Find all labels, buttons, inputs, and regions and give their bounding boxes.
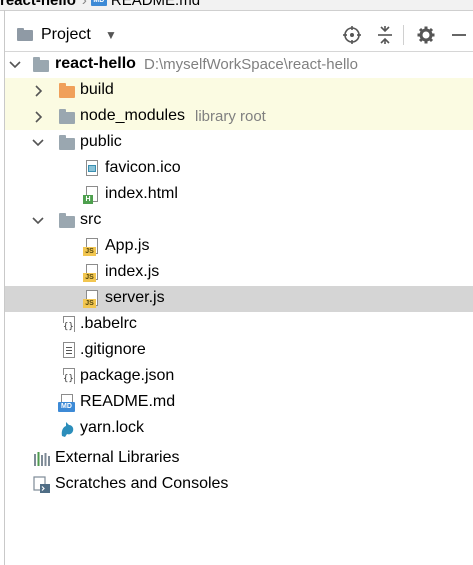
- library-books-icon: [34, 452, 50, 466]
- text-file-icon: [60, 342, 78, 360]
- tree-label-babelrc: .babelrc: [80, 315, 137, 332]
- tree-label-index-html: index.html: [105, 185, 178, 202]
- tree-label-readme: README.md: [80, 393, 176, 410]
- project-toolbar: Project ▼: [5, 19, 473, 52]
- tree-row-root[interactable]: react-hello D:\myselfWorkSpace\react-hel…: [5, 52, 473, 78]
- tree-row-public[interactable]: public: [5, 130, 473, 156]
- chevron-down-icon[interactable]: ▼: [105, 28, 117, 42]
- tree-row-build[interactable]: build: [5, 78, 473, 104]
- tree-label-node-modules: node_modules: [80, 107, 185, 124]
- tree-label-src: src: [80, 211, 102, 228]
- tree-row-external-libraries[interactable]: External Libraries: [5, 446, 473, 472]
- tree-row-src[interactable]: src: [5, 208, 473, 234]
- toolbar-divider: [403, 25, 404, 45]
- html-file-icon: H: [83, 186, 101, 204]
- folder-icon: [32, 56, 50, 74]
- tree-label-index-js: index.js: [105, 263, 160, 280]
- tree-row-app-js[interactable]: JS App.js: [5, 234, 473, 260]
- markdown-file-icon: MD: [90, 0, 107, 6]
- tree-row-scratches[interactable]: Scratches and Consoles: [5, 472, 473, 498]
- library-root-hint: library root: [195, 108, 266, 125]
- collapse-all-icon[interactable]: [375, 25, 395, 45]
- tree-label-gitignore: .gitignore: [80, 341, 146, 358]
- globe-target-icon[interactable]: [342, 25, 362, 45]
- javascript-file-icon: JS: [83, 264, 101, 282]
- breadcrumb-project[interactable]: react-hello: [0, 0, 76, 9]
- json-file-icon: {}: [60, 368, 78, 386]
- config-file-icon: {}: [60, 316, 78, 334]
- tree-row-favicon[interactable]: favicon.ico: [5, 156, 473, 182]
- chevron-down-icon[interactable]: [7, 55, 23, 75]
- folder-icon: [58, 108, 76, 126]
- chevron-right-icon[interactable]: [30, 107, 46, 127]
- tree-row-package-json[interactable]: {} package.json: [5, 364, 473, 390]
- tree-label-public: public: [80, 133, 122, 150]
- javascript-file-icon: JS: [83, 290, 101, 308]
- minimize-icon[interactable]: [449, 25, 469, 45]
- excluded-folder-icon: [58, 82, 76, 100]
- tree-label-server-js: server.js: [105, 289, 165, 306]
- folder-icon: [58, 134, 76, 152]
- chevron-down-icon[interactable]: [30, 133, 46, 153]
- tree-label-build: build: [80, 81, 114, 98]
- tree-row-index-html[interactable]: H index.html: [5, 182, 473, 208]
- tree-label-yarn-lock: yarn.lock: [80, 419, 145, 436]
- folder-icon: [58, 212, 76, 230]
- tree-label-package-json: package.json: [80, 367, 175, 384]
- breadcrumb-file[interactable]: README.md: [111, 0, 200, 9]
- yarn-cat-icon: [61, 422, 74, 437]
- tree-row-readme[interactable]: MD README.md: [5, 390, 473, 416]
- tree-row-server-js[interactable]: JS server.js: [5, 286, 473, 312]
- project-view-selector[interactable]: Project: [41, 26, 91, 44]
- project-folder-icon: [17, 28, 33, 41]
- chevron-down-icon[interactable]: [30, 211, 46, 231]
- image-file-icon: [83, 160, 101, 178]
- tree-row-gitignore[interactable]: .gitignore: [5, 338, 473, 364]
- tree-row-node-modules[interactable]: node_modules library root: [5, 104, 473, 130]
- tree-label-external-libraries: External Libraries: [55, 449, 180, 466]
- root-path: D:\myselfWorkSpace\react-hello: [144, 56, 358, 73]
- tree-label-root: react-hello: [55, 55, 136, 72]
- tree-row-index-js[interactable]: JS index.js: [5, 260, 473, 286]
- scratches-console-icon: [33, 476, 50, 493]
- tree-label-scratches: Scratches and Consoles: [55, 475, 229, 492]
- tree-row-babelrc[interactable]: {} .babelrc: [5, 312, 473, 338]
- tree-label-favicon: favicon.ico: [105, 159, 181, 176]
- tree-row-yarn-lock[interactable]: yarn.lock: [5, 416, 473, 442]
- chevron-right-icon[interactable]: [30, 81, 46, 101]
- tree-label-app-js: App.js: [105, 237, 150, 254]
- breadcrumb-separator: ›: [81, 0, 87, 9]
- javascript-file-icon: JS: [83, 238, 101, 256]
- gear-icon[interactable]: [416, 25, 436, 45]
- markdown-file-icon: MD: [58, 394, 76, 412]
